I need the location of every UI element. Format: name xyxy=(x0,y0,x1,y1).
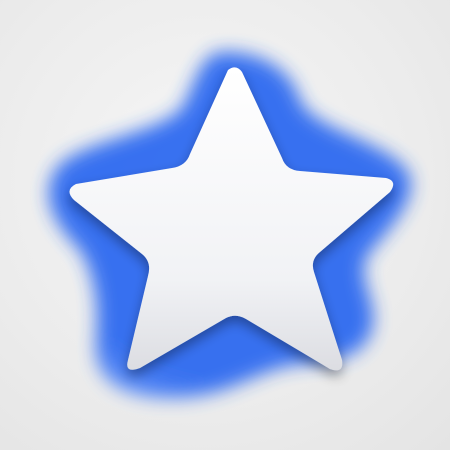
star-icon-canvas xyxy=(0,0,450,450)
star-icon xyxy=(48,51,411,399)
